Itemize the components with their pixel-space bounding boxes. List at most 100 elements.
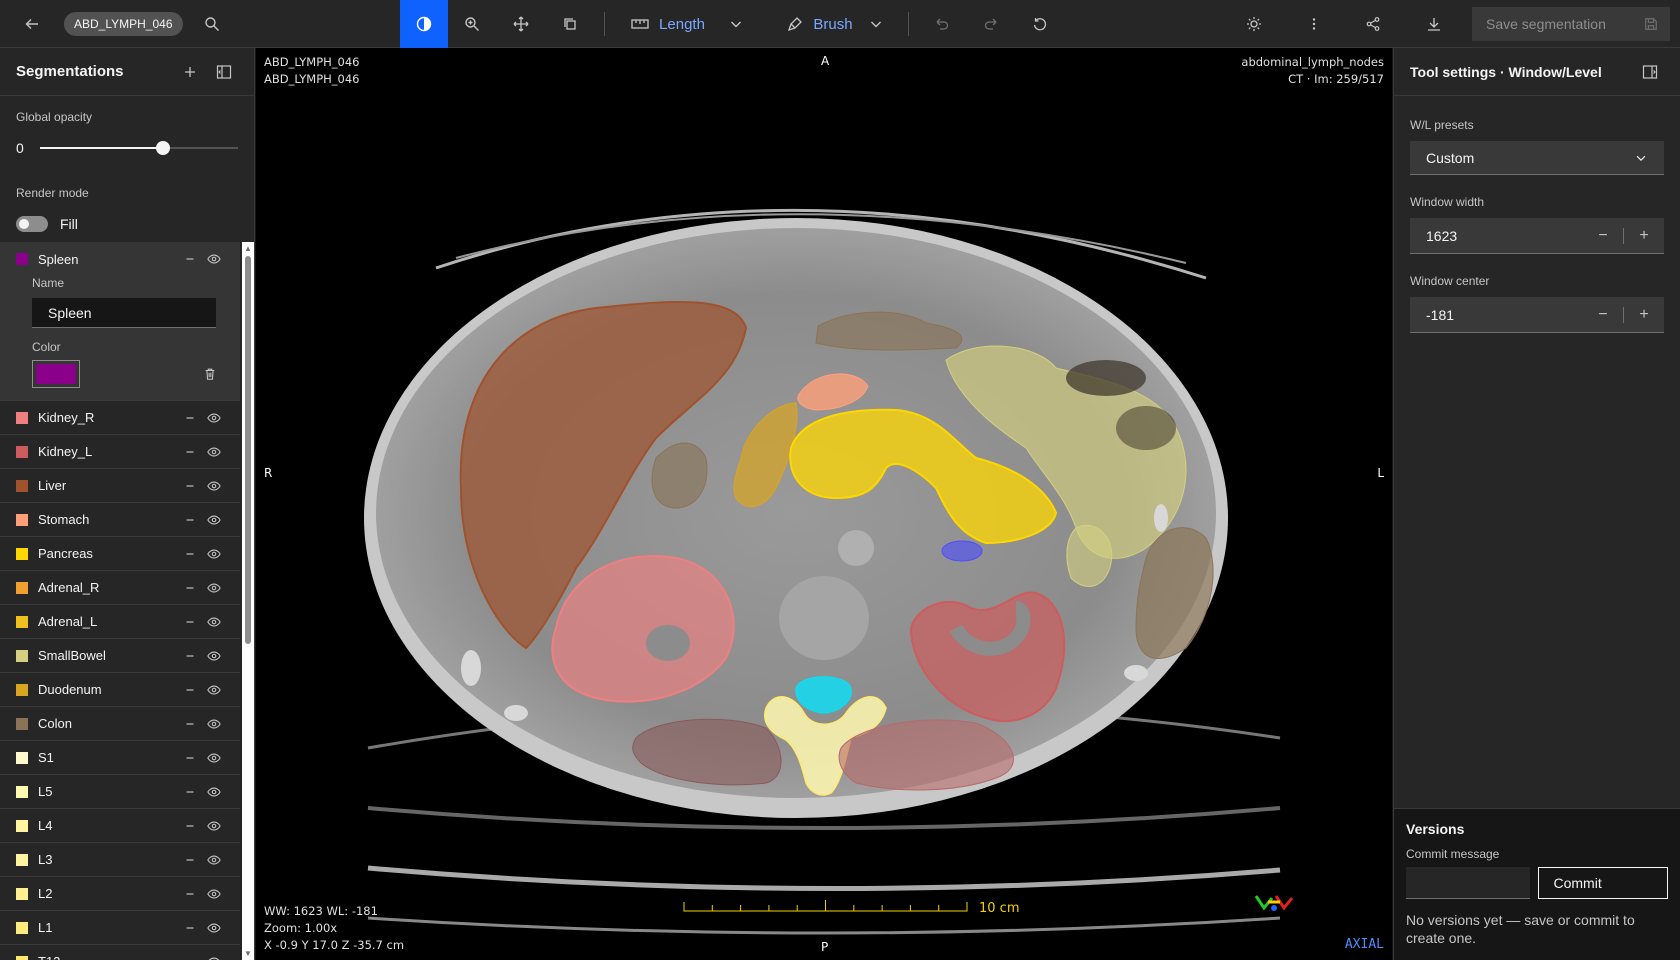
eye-icon xyxy=(207,583,221,592)
segment-item[interactable]: Kidney_R xyxy=(0,401,240,435)
segment-collapse-button[interactable] xyxy=(180,680,200,700)
contrast-icon xyxy=(416,16,432,32)
reset-view-button[interactable] xyxy=(1016,0,1064,48)
share-button[interactable] xyxy=(1349,0,1397,48)
segment-collapse-button[interactable] xyxy=(180,510,200,530)
segment-visibility-button[interactable] xyxy=(204,442,224,462)
segment-collapse-button[interactable] xyxy=(180,476,200,496)
global-opacity-slider[interactable] xyxy=(40,138,238,158)
segment-collapse-button[interactable] xyxy=(180,442,200,462)
segment-collapse-button[interactable] xyxy=(180,544,200,564)
segment-item[interactable]: L2 xyxy=(0,877,240,911)
segment-visibility-button[interactable] xyxy=(204,850,224,870)
window-center-value[interactable]: -181 xyxy=(1426,307,1583,323)
collapse-panel-button[interactable] xyxy=(210,58,238,86)
segment-item[interactable]: L5 xyxy=(0,775,240,809)
more-options-button[interactable] xyxy=(1290,0,1338,48)
download-button[interactable] xyxy=(1410,0,1458,48)
segment-color-swatch xyxy=(16,649,28,662)
segment-visibility-button[interactable] xyxy=(204,748,224,768)
segment-list: Spleen Name Color Kidney_R Kidney_L Liver Stom… xyxy=(0,242,240,960)
segment-item[interactable]: S1 xyxy=(0,741,240,775)
segment-item[interactable]: T12 xyxy=(0,945,240,960)
segment-visibility-button[interactable] xyxy=(204,918,224,938)
segment-collapse-button[interactable] xyxy=(180,408,200,428)
wl-presets-select[interactable]: Custom xyxy=(1410,141,1664,175)
segment-collapse-button[interactable] xyxy=(180,249,200,269)
segment-visibility-button[interactable] xyxy=(204,544,224,564)
versions-title: Versions xyxy=(1406,821,1465,837)
zoom-tool-button[interactable] xyxy=(448,0,496,48)
patient-id-text: ABD_LYMPH_046 xyxy=(264,55,360,69)
segment-collapse-button[interactable] xyxy=(180,918,200,938)
segment-visibility-button[interactable] xyxy=(204,680,224,700)
segment-visibility-button[interactable] xyxy=(204,476,224,496)
segment-item[interactable]: L4 xyxy=(0,809,240,843)
segment-visibility-button[interactable] xyxy=(204,510,224,530)
segment-collapse-button[interactable] xyxy=(180,952,200,960)
segment-item[interactable]: Duodenum xyxy=(0,673,240,707)
window-center-decrement[interactable]: − xyxy=(1583,297,1623,333)
segment-visibility-button[interactable] xyxy=(204,884,224,904)
commit-button[interactable]: Commit xyxy=(1538,867,1668,899)
window-center-input[interactable]: -181 − + xyxy=(1410,297,1664,333)
segment-collapse-button[interactable] xyxy=(180,816,200,836)
segment-item[interactable]: Stomach xyxy=(0,503,240,537)
window-width-input[interactable]: 1623 − + xyxy=(1410,218,1664,254)
window-width-decrement[interactable]: − xyxy=(1583,218,1623,254)
segment-item[interactable]: L1 xyxy=(0,911,240,945)
redo-button[interactable] xyxy=(967,0,1015,48)
undo-button[interactable] xyxy=(918,0,966,48)
stack-scroll-tool-button[interactable] xyxy=(546,0,594,48)
segment-collapse-button[interactable] xyxy=(180,884,200,904)
segment-visibility-button[interactable] xyxy=(204,408,224,428)
delete-segment-button[interactable] xyxy=(200,364,220,384)
segment-visibility-button[interactable] xyxy=(204,249,224,269)
settings-button[interactable] xyxy=(1230,0,1278,48)
segment-collapse-button[interactable] xyxy=(180,646,200,666)
segment-color-picker[interactable] xyxy=(32,360,80,388)
segment-visibility-button[interactable] xyxy=(204,714,224,734)
window-width-increment[interactable]: + xyxy=(1624,218,1664,254)
render-mode-toggle[interactable] xyxy=(16,216,48,232)
segment-item[interactable]: SmallBowel xyxy=(0,639,240,673)
segment-collapse-button[interactable] xyxy=(180,578,200,598)
image-viewport[interactable]: ABD_LYMPH_046 ABD_LYMPH_046 abdominal_ly… xyxy=(256,48,1392,960)
length-tool-button[interactable]: Length xyxy=(618,0,718,48)
segment-item[interactable]: Kidney_L xyxy=(0,435,240,469)
search-button[interactable] xyxy=(188,0,236,48)
length-tool-dropdown[interactable] xyxy=(712,0,760,48)
segment-collapse-button[interactable] xyxy=(180,714,200,734)
segment-visibility-button[interactable] xyxy=(204,816,224,836)
segment-item[interactable]: Adrenal_R xyxy=(0,571,240,605)
chevron-down-icon xyxy=(871,21,881,28)
segment-visibility-button[interactable] xyxy=(204,612,224,632)
segment-collapse-button[interactable] xyxy=(180,748,200,768)
segment-name-input[interactable] xyxy=(32,298,216,328)
segment-item[interactable]: Colon xyxy=(0,707,240,741)
collapse-right-panel-button[interactable] xyxy=(1636,58,1664,86)
segment-visibility-button[interactable] xyxy=(204,782,224,802)
segment-collapse-button[interactable] xyxy=(180,612,200,632)
segment-item[interactable]: Spleen xyxy=(0,242,240,276)
segment-visibility-button[interactable] xyxy=(204,646,224,666)
slider-thumb[interactable] xyxy=(155,141,170,155)
commit-message-input[interactable] xyxy=(1406,867,1531,899)
pan-tool-button[interactable] xyxy=(497,0,545,48)
brush-tool-dropdown[interactable] xyxy=(852,0,900,48)
add-segment-button[interactable] xyxy=(176,58,204,86)
segment-item[interactable]: Adrenal_L xyxy=(0,605,240,639)
segment-list-scrollbar[interactable]: ▲ ▼ xyxy=(242,242,254,960)
segment-visibility-button[interactable] xyxy=(204,578,224,598)
save-segmentation-button[interactable]: Save segmentation xyxy=(1472,7,1670,41)
segment-collapse-button[interactable] xyxy=(180,850,200,870)
window-width-value[interactable]: 1623 xyxy=(1426,228,1583,244)
segment-item[interactable]: Liver xyxy=(0,469,240,503)
segment-item[interactable]: L3 xyxy=(0,843,240,877)
segment-collapse-button[interactable] xyxy=(180,782,200,802)
back-button[interactable] xyxy=(8,0,56,48)
segment-item[interactable]: Pancreas xyxy=(0,537,240,571)
window-level-tool-button[interactable] xyxy=(400,0,448,48)
window-center-increment[interactable]: + xyxy=(1624,297,1664,333)
segment-visibility-button[interactable] xyxy=(204,952,224,960)
